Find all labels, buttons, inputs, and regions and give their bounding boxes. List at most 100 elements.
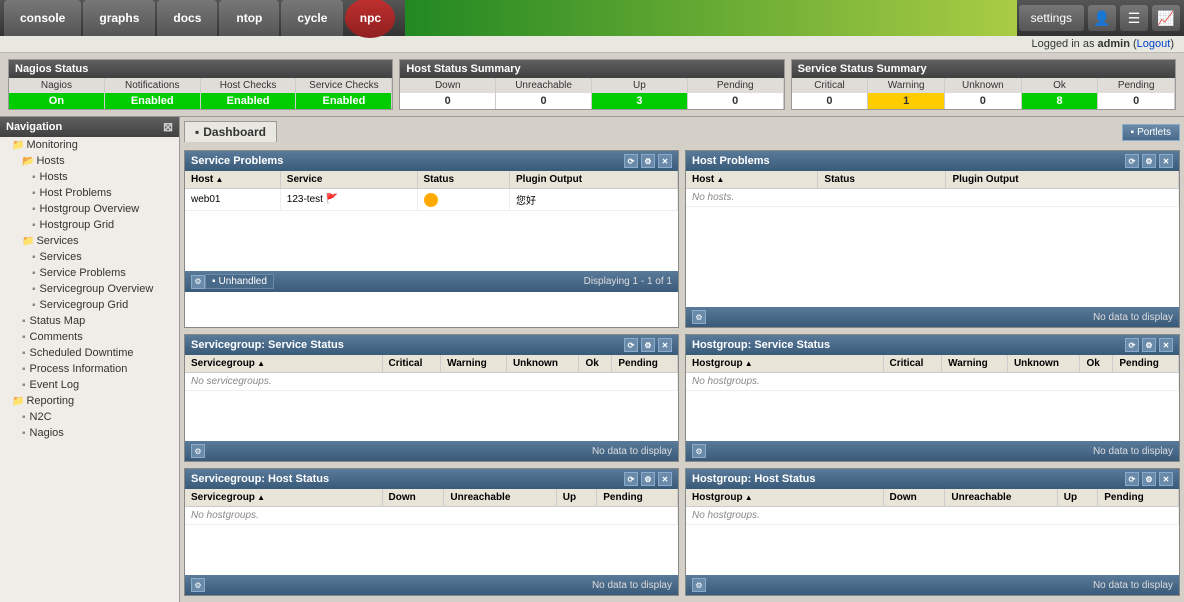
sidebar-item-servicegroup-grid[interactable]: ▪ Servicegroup Grid xyxy=(0,297,179,313)
nav-tab-npc[interactable]: npc xyxy=(345,0,395,38)
unhandled-label: Unhandled xyxy=(219,276,267,287)
portlets-button[interactable]: ▪ Portlets xyxy=(1122,124,1180,141)
sgh-icon-settings[interactable]: ⚙ xyxy=(641,472,655,486)
status-bars: Nagios Status Nagios Notifications Host … xyxy=(0,53,1184,117)
sidebar-hostgroup-overview-label: Hostgroup Overview xyxy=(40,203,140,215)
service-problems-portlet: Service Problems ⟳ ⚙ ✕ Host Service xyxy=(184,150,679,328)
hp-icon-settings[interactable]: ⚙ xyxy=(1142,154,1156,168)
hp-icon-refresh[interactable]: ⟳ xyxy=(1125,154,1139,168)
dashboard-tab-row: ▪ Dashboard ▪ Portlets xyxy=(184,121,1180,146)
sp-row-service: 123-test 🚩 xyxy=(280,189,417,211)
sidebar-collapse-icon[interactable]: ⊠ xyxy=(163,120,173,134)
sidebar-status-map-label: Status Map xyxy=(30,315,86,327)
sp-icon-refresh[interactable]: ⟳ xyxy=(624,154,638,168)
hgs-col-1: Critical xyxy=(883,355,942,373)
hp-col-host: Host xyxy=(686,171,818,189)
sgs-icon-refresh[interactable]: ⟳ xyxy=(624,338,638,352)
chart-icon[interactable]: 📈 xyxy=(1152,5,1180,31)
nav-tab-graphs[interactable]: graphs xyxy=(83,0,155,36)
sgh-icon-refresh[interactable]: ⟳ xyxy=(624,472,638,486)
settings-button[interactable]: settings xyxy=(1019,5,1084,31)
sidebar-item-hostgroup-overview[interactable]: ▪ Hostgroup Overview xyxy=(0,201,179,217)
nav-tab-docs[interactable]: docs xyxy=(157,0,217,36)
sidebar-item-hostgroup-grid[interactable]: ▪ Hostgroup Grid xyxy=(0,217,179,233)
table-row[interactable]: web01 123-test 🚩 您好 xyxy=(185,189,678,211)
logout-link[interactable]: Logout xyxy=(1137,38,1171,50)
sidebar-item-servicegroup-overview[interactable]: ▪ Servicegroup Overview xyxy=(0,281,179,297)
sidebar-item-reporting[interactable]: 📁 Reporting xyxy=(0,393,179,409)
sidebar-item-hosts[interactable]: ▪ Hosts xyxy=(0,169,179,185)
sidebar-item-nagios[interactable]: ▪ Nagios xyxy=(0,425,179,441)
nagios-col-3: Service Checks xyxy=(296,78,392,93)
nav-tab-cycle[interactable]: cycle xyxy=(281,0,343,36)
hp-footer-icon[interactable]: ⚙ xyxy=(692,310,706,324)
list-icon[interactable]: ☰ xyxy=(1120,5,1148,31)
hgh-icon-refresh[interactable]: ⟳ xyxy=(1125,472,1139,486)
hgs-icon-close[interactable]: ✕ xyxy=(1159,338,1173,352)
sgh-icon-close[interactable]: ✕ xyxy=(658,472,672,486)
nav-tab-console[interactable]: console xyxy=(4,0,81,36)
sidebar-item-n2c[interactable]: ▪ N2C xyxy=(0,409,179,425)
sgs-icons: ⟳ ⚙ ✕ xyxy=(624,338,672,352)
sgh-title: Servicegroup: Host Status xyxy=(191,473,329,485)
nagios-status-box: Nagios Status Nagios Notifications Host … xyxy=(8,59,393,110)
sidebar-title: Navigation xyxy=(6,121,62,133)
nav-tab-ntop[interactable]: ntop xyxy=(219,0,279,36)
hgh-icon-close[interactable]: ✕ xyxy=(1159,472,1173,486)
hostgroup-host-portlet: Hostgroup: Host Status ⟳ ⚙ ✕ Hostgroup D… xyxy=(685,468,1180,596)
sidebar-item-monitoring[interactable]: 📁 Monitoring xyxy=(0,137,179,153)
hp-icon-close[interactable]: ✕ xyxy=(1159,154,1173,168)
sidebar-item-status-map[interactable]: ▪ Status Map xyxy=(0,313,179,329)
sidebar-item-service-problems[interactable]: ▪ Service Problems xyxy=(0,265,179,281)
sp-footer-text: Displaying 1 - 1 of 1 xyxy=(584,276,672,287)
sidebar-item-services-folder[interactable]: 📁 Services xyxy=(0,233,179,249)
sp-icon-close[interactable]: ✕ xyxy=(658,154,672,168)
service-problems-table: Host Service Status Plugin Output web01 … xyxy=(185,171,678,211)
sgs-icon-close[interactable]: ✕ xyxy=(658,338,672,352)
hp-footer-text: No data to display xyxy=(1093,312,1173,323)
person-icon[interactable]: 👤 xyxy=(1088,5,1116,31)
svc-val-1: 1 xyxy=(868,93,945,109)
sp-col-host: Host xyxy=(185,171,280,189)
host-val-1: 0 xyxy=(496,93,592,109)
service-flag-icon: 🚩 xyxy=(326,194,338,205)
sidebar-item-comments[interactable]: ▪ Comments xyxy=(0,329,179,345)
hgh-footer-icon[interactable]: ⚙ xyxy=(692,578,706,592)
sidebar-hostgroup-grid-label: Hostgroup Grid xyxy=(40,219,115,231)
dashboard-icon: ▪ xyxy=(195,125,199,139)
sidebar-item-scheduled-downtime[interactable]: ▪ Scheduled Downtime xyxy=(0,345,179,361)
sidebar-item-host-problems[interactable]: ▪ Host Problems xyxy=(0,185,179,201)
sp-footer-icon[interactable]: ⚙ xyxy=(191,275,205,289)
nagios-val-0: On xyxy=(9,93,105,109)
sidebar-services-label: Services xyxy=(40,251,82,263)
sidebar-process-info-label: Process Information xyxy=(30,363,128,375)
host-problems-title: Host Problems xyxy=(692,155,770,167)
host-col-3: Pending xyxy=(688,78,784,93)
sidebar-item-hosts-folder[interactable]: 📂 Hosts xyxy=(0,153,179,169)
host-col-0: Down xyxy=(400,78,496,93)
dashboard-grid: Service Problems ⟳ ⚙ ✕ Host Service xyxy=(184,150,1180,596)
hgs-icon-settings[interactable]: ⚙ xyxy=(1142,338,1156,352)
hgs-icon-refresh[interactable]: ⟳ xyxy=(1125,338,1139,352)
sgs-no-data: No servicegroups. xyxy=(185,373,678,391)
servicegroup-host-portlet: Servicegroup: Host Status ⟳ ⚙ ✕ Serviceg… xyxy=(184,468,679,596)
nagios-status-title: Nagios Status xyxy=(9,60,392,78)
unhandled-button[interactable]: ▪ Unhandled xyxy=(205,274,274,289)
sgh-table: Servicegroup Down Unreachable Up Pending… xyxy=(185,489,678,525)
sp-icon-settings[interactable]: ⚙ xyxy=(641,154,655,168)
hgs-footer-text: No data to display xyxy=(1093,446,1173,457)
sgs-footer-icon[interactable]: ⚙ xyxy=(191,444,205,458)
sidebar-n2c-label: N2C xyxy=(30,411,52,423)
hgh-icon-settings[interactable]: ⚙ xyxy=(1142,472,1156,486)
sidebar-item-process-info[interactable]: ▪ Process Information xyxy=(0,361,179,377)
nagios-status-header: Nagios Notifications Host Checks Service… xyxy=(9,78,392,93)
sidebar-item-services[interactable]: ▪ Services xyxy=(0,249,179,265)
sgs-icon-settings[interactable]: ⚙ xyxy=(641,338,655,352)
table-row: No hostgroups. xyxy=(686,507,1179,525)
sidebar-item-event-log[interactable]: ▪ Event Log xyxy=(0,377,179,393)
sgh-header: Servicegroup: Host Status ⟳ ⚙ ✕ xyxy=(185,469,678,489)
sgh-footer-icon[interactable]: ⚙ xyxy=(191,578,205,592)
host-problems-header: Host Problems ⟳ ⚙ ✕ xyxy=(686,151,1179,171)
hgs-footer-icon[interactable]: ⚙ xyxy=(692,444,706,458)
dashboard-tab[interactable]: ▪ Dashboard xyxy=(184,121,277,142)
